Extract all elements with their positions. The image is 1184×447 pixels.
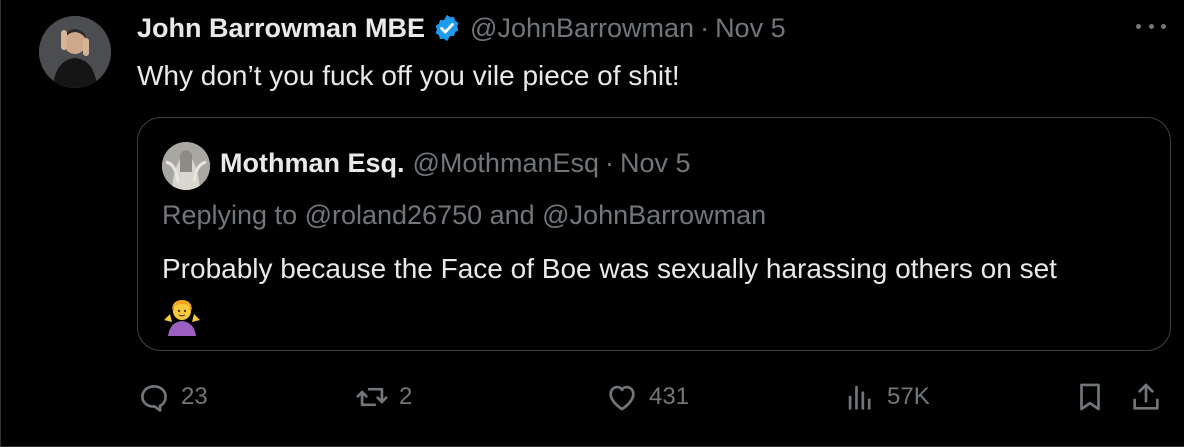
tweet-date[interactable]: Nov 5 [715, 13, 786, 44]
quoted-avatar[interactable] [162, 142, 210, 190]
replying-to: Replying to @roland26750 and @JohnBarrow… [162, 200, 767, 230]
author-handle[interactable]: @JohnBarrowman [470, 13, 694, 44]
action-bar: 23 2 431 57K [137, 374, 1177, 420]
avatar[interactable] [39, 16, 111, 88]
reply-count: 23 [181, 383, 208, 410]
bookmark-button[interactable] [1073, 374, 1107, 420]
more-icon[interactable] [1136, 14, 1166, 38]
quoted-header: Mothman Esq. @MothmanEsq · Nov 5 [220, 148, 691, 179]
like-count: 431 [649, 383, 690, 410]
quoted-author-handle[interactable]: @MothmanEsq [413, 148, 599, 179]
reply-button[interactable]: 23 [137, 374, 208, 420]
reply-icon [141, 385, 167, 412]
author-name[interactable]: John Barrowman MBE [137, 13, 425, 44]
repost-count: 2 [399, 383, 413, 410]
view-count: 57K [887, 383, 930, 410]
person-shrugging-emoji [162, 296, 202, 336]
tweet-text: Why don’t you fuck off you vile piece of… [137, 60, 680, 91]
verified-badge-icon [432, 13, 462, 43]
separator-dot: · [605, 148, 614, 178]
separator-dot: · [700, 12, 710, 43]
like-icon [609, 385, 635, 411]
repost-icon [356, 387, 388, 407]
tweet-header: John Barrowman MBE @JohnBarrowman · Nov … [137, 10, 786, 46]
share-icon [1133, 383, 1159, 410]
like-button[interactable]: 431 [605, 374, 689, 420]
views-icon [848, 385, 871, 410]
repost-button[interactable]: 2 [355, 374, 412, 420]
quoted-author-name[interactable]: Mothman Esq. [220, 148, 405, 179]
tweet[interactable]: John Barrowman MBE @JohnBarrowman · Nov … [0, 0, 1184, 447]
share-button[interactable] [1129, 374, 1163, 420]
quoted-text: Probably because the Face of Boe was sex… [162, 253, 1057, 284]
bookmark-icon [1080, 383, 1100, 411]
quoted-tweet[interactable]: Mothman Esq. @MothmanEsq · Nov 5 Replyin… [137, 117, 1171, 351]
views-button[interactable]: 57K [843, 374, 930, 420]
quoted-date[interactable]: Nov 5 [620, 148, 691, 179]
